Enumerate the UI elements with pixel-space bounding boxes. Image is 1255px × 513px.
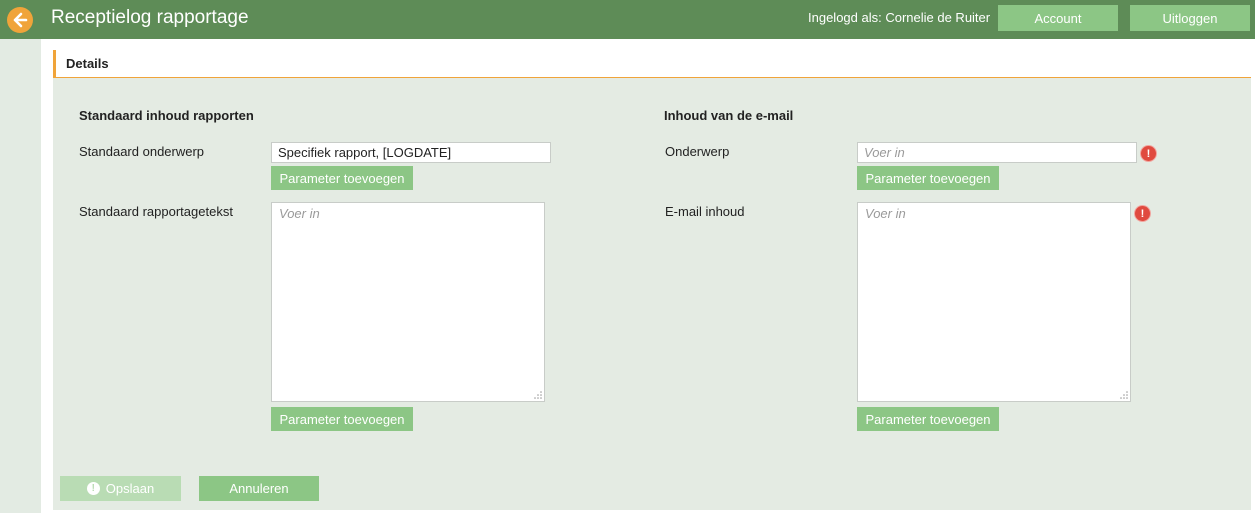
exclamation-icon: ! xyxy=(1135,206,1150,221)
cancel-button[interactable]: Annuleren xyxy=(199,476,319,501)
exclamation-icon: ! xyxy=(86,482,100,495)
page-title: Receptielog rapportage xyxy=(51,7,249,28)
email-body-text-area[interactable]: Voer in xyxy=(857,202,1131,402)
standard-report-text-label: Standaard rapportagetekst xyxy=(79,204,233,219)
account-button[interactable]: Account xyxy=(998,5,1118,31)
right-section-title: Inhoud van de e-mail xyxy=(664,108,794,123)
standard-subject-input[interactable]: Specifiek rapport, [LOGDATE] xyxy=(271,142,551,163)
resize-grip-icon[interactable] xyxy=(1120,391,1128,399)
left-sidebar-strip xyxy=(0,39,41,513)
logout-button[interactable]: Uitloggen xyxy=(1130,5,1250,31)
add-parameter-button-subject[interactable]: Parameter toevoegen xyxy=(271,166,413,190)
logged-in-user: Ingelogd als: Cornelie de Ruiter xyxy=(808,10,991,25)
standard-report-text-area[interactable]: Voer in xyxy=(271,202,545,402)
email-body-label: E-mail inhoud xyxy=(665,204,745,219)
save-button[interactable]: ! Opslaan xyxy=(60,476,181,501)
top-bar: Receptielog rapportage Ingelogd als: Cor… xyxy=(0,0,1255,39)
details-header: Details xyxy=(53,50,1251,78)
textarea-placeholder: Voer in xyxy=(279,206,320,221)
save-button-label: Opslaan xyxy=(105,481,155,496)
add-parameter-button-email-body[interactable]: Parameter toevoegen xyxy=(857,407,999,431)
details-title: Details xyxy=(66,56,109,71)
email-subject-label: Onderwerp xyxy=(665,144,730,159)
arrow-left-icon xyxy=(6,6,33,33)
back-button[interactable] xyxy=(0,0,39,39)
email-subject-input[interactable]: Voer in xyxy=(857,142,1137,163)
exclamation-icon: ! xyxy=(1141,146,1156,161)
add-parameter-button-email-subject[interactable]: Parameter toevoegen xyxy=(857,166,999,190)
add-parameter-button-report-text[interactable]: Parameter toevoegen xyxy=(271,407,413,431)
resize-grip-icon[interactable] xyxy=(534,391,542,399)
textarea-placeholder: Voer in xyxy=(865,206,906,221)
standard-subject-label: Standaard onderwerp xyxy=(79,144,205,159)
left-section-title: Standaard inhoud rapporten xyxy=(79,108,254,123)
